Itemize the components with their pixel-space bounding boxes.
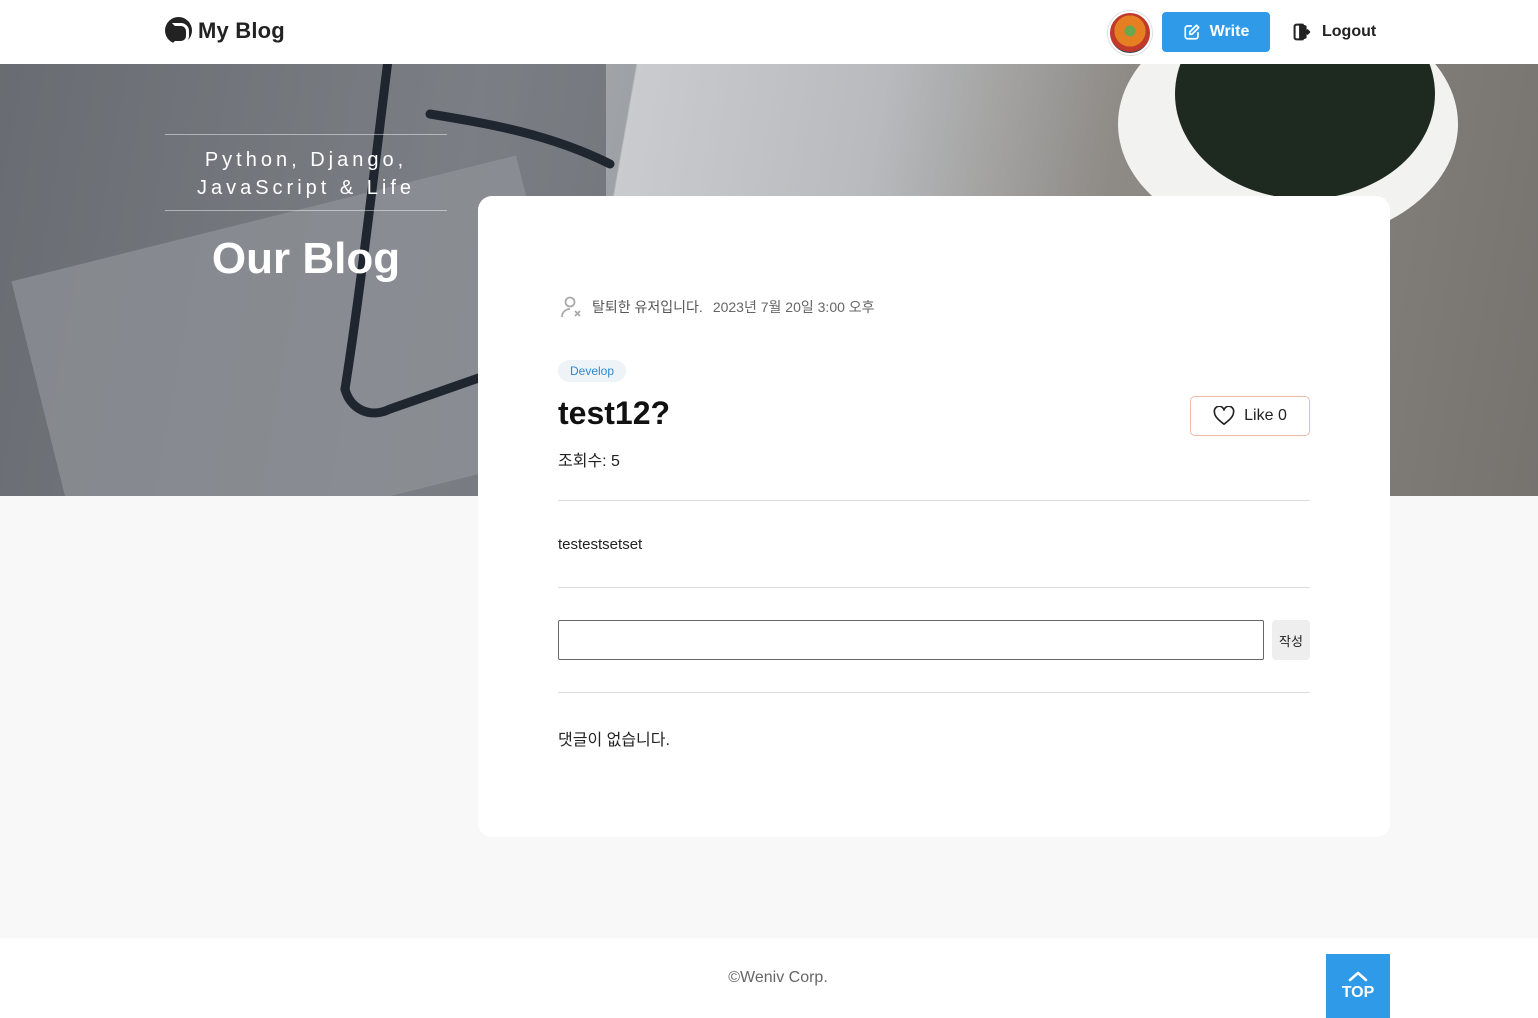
logout-button[interactable]: Logout (1290, 12, 1376, 52)
post-body: testestsetset (558, 536, 643, 553)
divider (558, 587, 1310, 588)
like-label: Like 0 (1244, 407, 1287, 424)
logout-icon (1293, 23, 1311, 41)
category-tag[interactable]: Develop (558, 360, 627, 382)
deleted-user-icon (561, 296, 581, 318)
edit-icon (1184, 24, 1200, 40)
post-date: 2023년 7월 20일 3:00 오후 (712, 299, 875, 315)
copyright: ©Weniv Corp. (728, 969, 828, 986)
site-header: My Blog Write Logout (0, 0, 1538, 64)
hero-title: Our Blog (211, 234, 401, 283)
site-footer: ©Weniv Corp. (0, 938, 1538, 1018)
post-card: 탈퇴한 유저입니다. 2023년 7월 20일 3:00 오후 Develop … (478, 196, 1390, 837)
tagline-line-2: JavaScript & Life (196, 177, 416, 199)
post-title: test12? (558, 395, 671, 431)
user-avatar[interactable] (1108, 11, 1152, 55)
hero-tagline: Python, Django, JavaScript & Life (165, 134, 447, 211)
like-button[interactable]: Like 0 (1190, 396, 1310, 436)
divider (558, 500, 1310, 501)
comment-submit-button[interactable]: 작성 (1272, 620, 1310, 660)
comment-input[interactable] (558, 620, 1264, 660)
logout-label: Logout (1322, 23, 1377, 40)
write-button[interactable]: Write (1162, 12, 1270, 52)
divider (558, 692, 1310, 693)
view-count: 조회수: 5 (558, 453, 620, 470)
scroll-top-button[interactable]: TOP (1326, 954, 1390, 1018)
top-label: TOP (1341, 984, 1375, 1001)
site-logo[interactable]: My Blog (165, 17, 285, 44)
no-comments-message: 댓글이 없습니다. (558, 732, 670, 749)
post-author: 탈퇴한 유저입니다. (592, 299, 703, 315)
chevron-up-icon (1348, 971, 1368, 982)
logo-text: My Blog (198, 17, 285, 43)
post-meta: 탈퇴한 유저입니다. 2023년 7월 20일 3:00 오후 (558, 294, 875, 320)
write-label: Write (1209, 23, 1250, 40)
tagline-line-1: Python, Django, (204, 149, 408, 171)
blog-logo-icon (165, 17, 192, 44)
heart-icon (1213, 406, 1235, 425)
